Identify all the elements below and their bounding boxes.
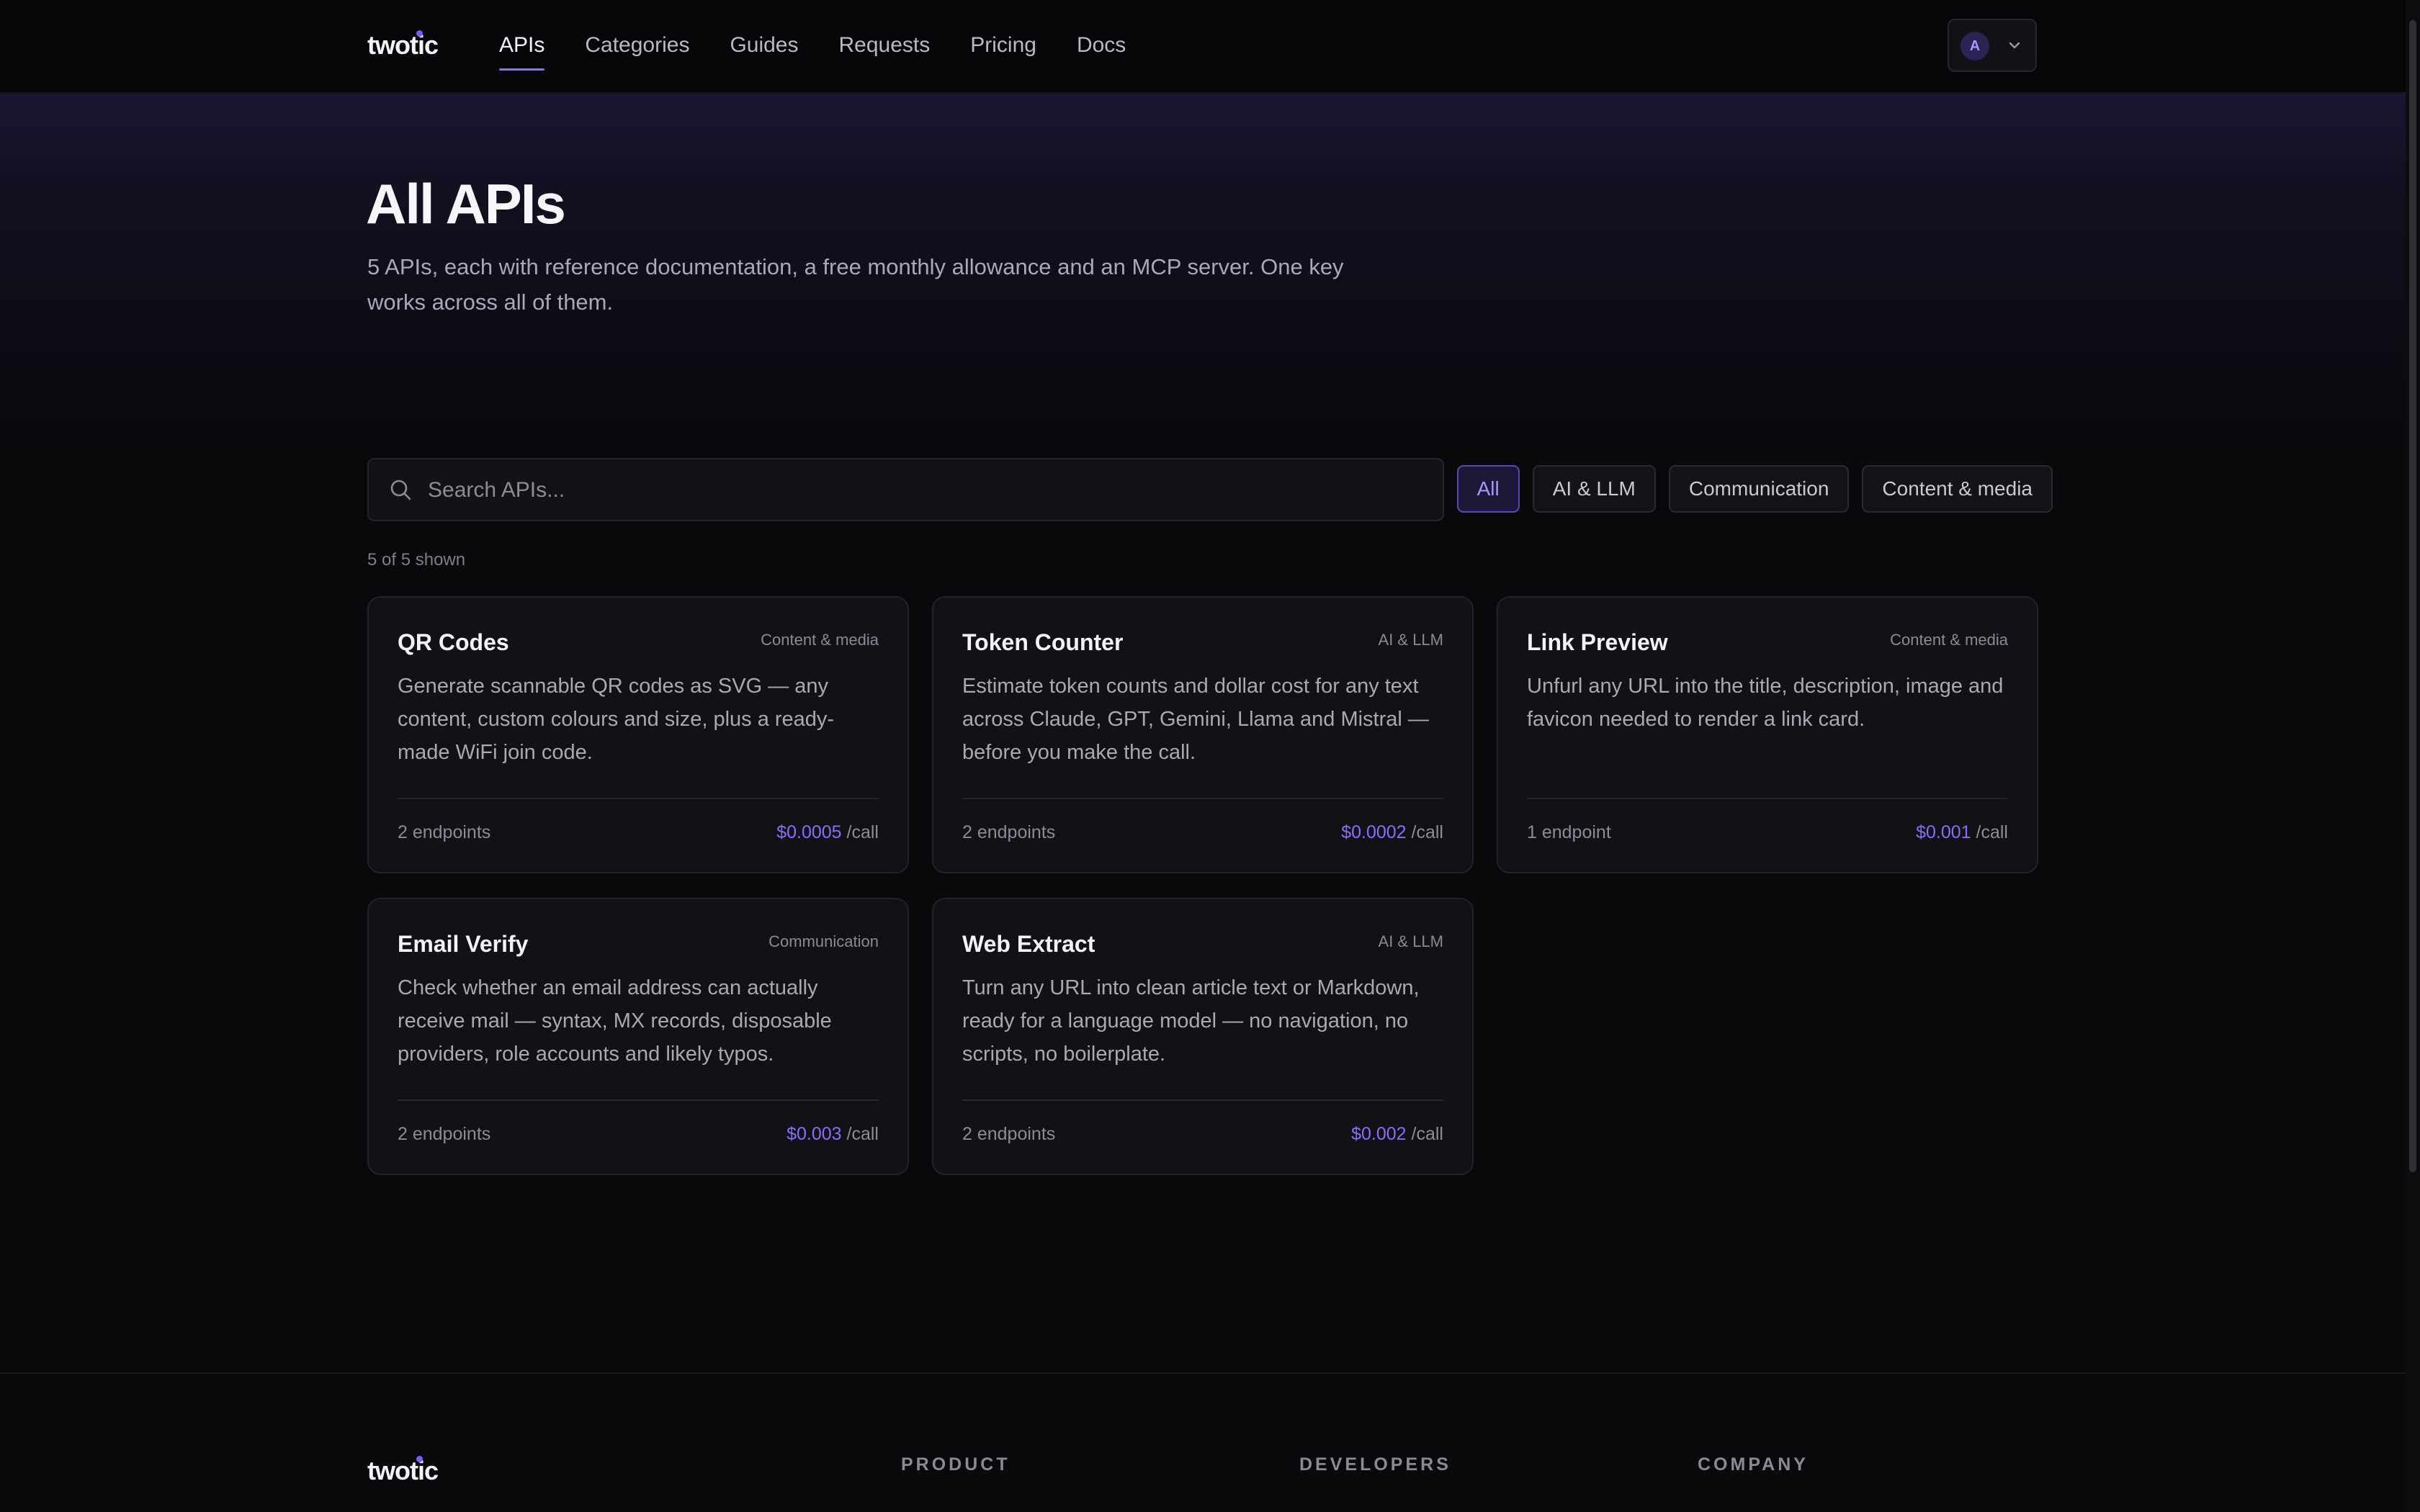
filter-ai-llm[interactable]: AI & LLM <box>1532 465 1656 513</box>
avatar: A <box>1960 32 1989 60</box>
price-amount: $0.0002 <box>1341 822 1407 842</box>
card-divider <box>398 1099 879 1101</box>
footer-brand-name: twotic <box>367 1456 439 1485</box>
card-category: Communication <box>768 932 879 950</box>
account-menu-button[interactable]: A <box>1948 19 2037 72</box>
card-endpoints: 2 endpoints <box>398 822 491 842</box>
price-unit: /call <box>1411 1124 1443 1144</box>
footer-logo[interactable]: twotic <box>367 1456 439 1486</box>
card-endpoints: 2 endpoints <box>962 822 1056 842</box>
logo-dot-icon <box>416 1456 423 1462</box>
card-title: Token Counter <box>962 629 1124 655</box>
logo-dot-icon <box>416 30 423 37</box>
card-description: Turn any URL into clean article text or … <box>962 976 1420 1066</box>
card-title: Email Verify <box>398 931 529 957</box>
brand-name: twotic <box>367 30 439 60</box>
card-description: Estimate token counts and dollar cost fo… <box>962 675 1429 764</box>
page-title: All APIs <box>366 172 566 235</box>
card-title: QR Codes <box>398 629 509 655</box>
card-endpoints: 2 endpoints <box>962 1124 1056 1144</box>
card-divider <box>962 798 1443 799</box>
card-category: AI & LLM <box>1378 631 1443 649</box>
card-category: Content & media <box>761 631 879 649</box>
page-scrollbar[interactable] <box>2406 0 2420 1512</box>
top-navigation-bar: twotic APIs Categories Guides Requests P… <box>0 0 2406 94</box>
price-amount: $0.002 <box>1351 1124 1407 1144</box>
card-category: AI & LLM <box>1378 932 1443 950</box>
brand-logo[interactable]: twotic <box>367 30 439 60</box>
chevron-down-icon <box>2009 42 2020 49</box>
price-unit: /call <box>1411 822 1443 842</box>
footer-divider <box>0 1372 2406 1374</box>
api-card-email-verify[interactable]: Email Verify Communication Check whether… <box>367 898 909 1175</box>
card-endpoints: 1 endpoint <box>1527 822 1611 842</box>
footer-heading-product: PRODUCT <box>901 1454 1010 1475</box>
api-card-token-counter[interactable]: Token Counter AI & LLM Estimate token co… <box>932 596 1474 873</box>
api-card-link-preview[interactable]: Link Preview Content & media Unfurl any … <box>1497 596 2038 873</box>
footer-heading-developers: DEVELOPERS <box>1299 1454 1451 1475</box>
nav-link-pricing[interactable]: Pricing <box>970 33 1036 58</box>
filter-communication[interactable]: Communication <box>1668 465 1850 513</box>
category-filters: All AI & LLM Communication Content & med… <box>1456 465 2053 513</box>
price-amount: $0.0005 <box>776 822 842 842</box>
results-count: 5 of 5 shown <box>367 550 466 570</box>
nav-link-guides[interactable]: Guides <box>730 33 798 58</box>
search-input[interactable] <box>426 459 1423 521</box>
api-card-web-extract[interactable]: Web Extract AI & LLM Turn any URL into c… <box>932 898 1474 1175</box>
card-category: Content & media <box>1890 631 2008 649</box>
card-price: $0.0002 /call <box>1341 822 1443 843</box>
card-price: $0.002 /call <box>1351 1124 1443 1145</box>
nav-link-requests[interactable]: Requests <box>839 33 931 58</box>
price-amount: $0.003 <box>786 1124 842 1144</box>
scrollbar-thumb[interactable] <box>2409 20 2416 1172</box>
nav-link-categories[interactable]: Categories <box>585 33 689 58</box>
card-title: Link Preview <box>1527 629 1668 655</box>
filter-content-media[interactable]: Content & media <box>1862 465 2053 513</box>
price-unit: /call <box>846 822 879 842</box>
card-description: Generate scannable QR codes as SVG — any… <box>398 675 835 764</box>
filter-all[interactable]: All <box>1456 465 1520 513</box>
main-nav: APIs Categories Guides Requests Pricing … <box>499 33 1126 71</box>
price-unit: /call <box>1976 822 2008 842</box>
page-subtitle: 5 APIs, each with reference documentatio… <box>367 254 1344 315</box>
api-card-qr-codes[interactable]: QR Codes Content & media Generate scanna… <box>367 596 909 873</box>
nav-link-docs[interactable]: Docs <box>1077 33 1126 58</box>
price-amount: $0.001 <box>1916 822 1971 842</box>
card-divider <box>1527 798 2008 799</box>
card-description: Unfurl any URL into the title, descripti… <box>1527 675 2004 731</box>
card-divider <box>398 798 879 799</box>
card-endpoints: 2 endpoints <box>398 1124 491 1144</box>
card-price: $0.003 /call <box>786 1124 879 1145</box>
price-unit: /call <box>846 1124 879 1144</box>
search-box <box>367 458 1444 521</box>
card-price: $0.0005 /call <box>776 822 879 843</box>
search-icon <box>390 480 411 500</box>
card-divider <box>962 1099 1443 1101</box>
footer-heading-company: COMPANY <box>1698 1454 1809 1475</box>
card-description: Check whether an email address can actua… <box>398 976 832 1066</box>
card-title: Web Extract <box>962 931 1095 957</box>
nav-link-apis[interactable]: APIs <box>499 33 545 71</box>
card-price: $0.001 /call <box>1916 822 2008 843</box>
